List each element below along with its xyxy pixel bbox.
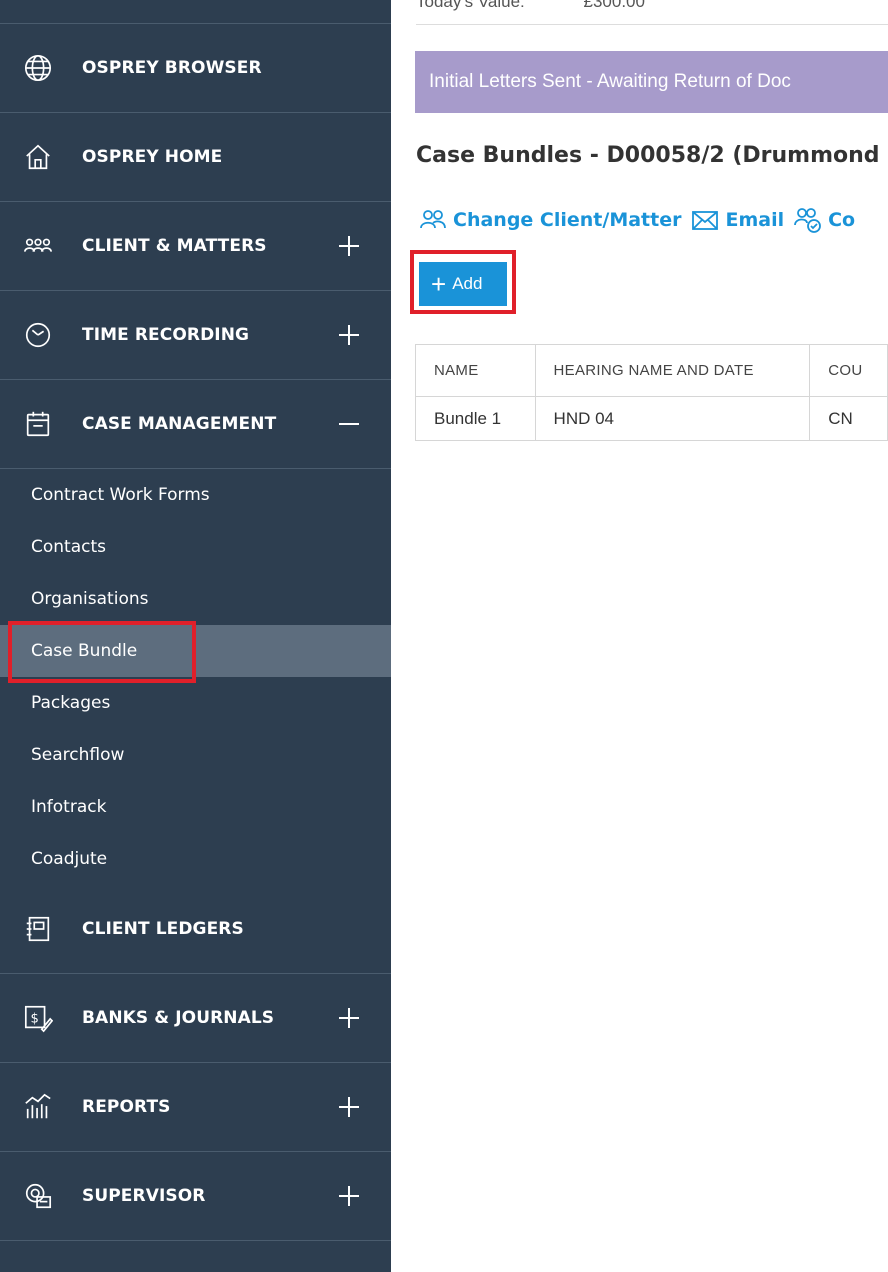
column-header-hearing[interactable]: HEARING NAME AND DATE bbox=[534, 344, 811, 397]
globe-www-icon bbox=[22, 52, 54, 84]
status-banner: Initial Letters Sent - Awaiting Return o… bbox=[415, 51, 888, 113]
column-header-name[interactable]: NAME bbox=[415, 344, 536, 397]
expand-plus-icon[interactable] bbox=[339, 236, 359, 256]
expand-plus-icon[interactable] bbox=[339, 1008, 359, 1028]
change-client-matter-label: Change Client/Matter bbox=[453, 209, 682, 231]
sidebar-item-osprey-browser[interactable]: OSPREY BROWSER bbox=[0, 24, 391, 113]
chart-icon bbox=[22, 1091, 54, 1123]
sidebar-item-label: SUPERVISOR bbox=[82, 1186, 206, 1206]
column-header-court[interactable]: COU bbox=[809, 344, 888, 397]
expand-plus-icon[interactable] bbox=[339, 1097, 359, 1117]
collapse-minus-icon[interactable] bbox=[339, 414, 359, 434]
todays-value: £300.00 bbox=[583, 0, 645, 11]
clock-icon bbox=[22, 319, 54, 351]
sidebar-top-cap bbox=[0, 0, 391, 24]
table-cell: Bundle 1 bbox=[415, 396, 536, 441]
divider bbox=[416, 24, 888, 25]
case-management-submenu: Contract Work Forms Contacts Organisatio… bbox=[0, 469, 391, 885]
ledger-icon bbox=[22, 913, 54, 945]
submenu-item-organisations[interactable]: Organisations bbox=[0, 573, 391, 625]
expand-plus-icon[interactable] bbox=[339, 325, 359, 345]
sidebar: OSPREY BROWSER OSPREY HOME CLIENT & MATT… bbox=[0, 0, 391, 1272]
page-title: Case Bundles - D00058/2 (Drummond bbox=[416, 143, 880, 168]
submenu-item-contract-work-forms[interactable]: Contract Work Forms bbox=[0, 469, 391, 521]
submenu-item-contacts[interactable]: Contacts bbox=[0, 521, 391, 573]
submenu-item-case-bundle[interactable]: Case Bundle bbox=[0, 625, 391, 677]
main-content: Today's Value: £300.00 Initial Letters S… bbox=[391, 0, 888, 1272]
todays-value-label: Today's Value: bbox=[416, 0, 525, 11]
email-label: Email bbox=[725, 209, 785, 231]
sidebar-item-case-management[interactable]: CASE MANAGEMENT bbox=[0, 380, 391, 469]
people-group-icon bbox=[22, 230, 54, 262]
people-check-icon bbox=[794, 208, 822, 233]
sidebar-item-label: BANKS & JOURNALS bbox=[82, 1008, 275, 1028]
change-client-matter-link[interactable]: Change Client/Matter bbox=[419, 206, 681, 234]
email-link[interactable]: Email bbox=[691, 206, 784, 234]
people-icon bbox=[420, 210, 446, 229]
calendar-icon bbox=[22, 408, 54, 440]
contacts-label: Co bbox=[828, 209, 856, 231]
sidebar-item-time-recording[interactable]: TIME RECORDING bbox=[0, 291, 391, 380]
sidebar-item-label: OSPREY BROWSER bbox=[82, 58, 262, 78]
email-icon bbox=[692, 211, 719, 230]
todays-value-row: Today's Value: £300.00 bbox=[416, 0, 645, 16]
sidebar-item-label: CLIENT LEDGERS bbox=[82, 919, 244, 939]
gear-screen-icon bbox=[22, 1180, 54, 1212]
sidebar-item-label: TIME RECORDING bbox=[82, 325, 250, 345]
add-button-label: Add bbox=[452, 274, 483, 293]
case-bundles-table: NAME HEARING NAME AND DATE COU Bundle 1 … bbox=[415, 344, 888, 441]
bank-pen-icon: $ bbox=[22, 1002, 54, 1034]
add-button[interactable]: + Add bbox=[419, 262, 507, 306]
submenu-item-packages[interactable]: Packages bbox=[0, 677, 391, 729]
sidebar-item-label: CASE MANAGEMENT bbox=[82, 414, 277, 434]
sidebar-item-client-ledgers[interactable]: CLIENT LEDGERS bbox=[0, 885, 391, 974]
sidebar-item-label: OSPREY HOME bbox=[82, 147, 223, 167]
table-cell: HND 04 bbox=[534, 396, 811, 441]
table-row[interactable]: Bundle 1 HND 04 CN bbox=[415, 396, 888, 441]
sidebar-item-reports[interactable]: REPORTS bbox=[0, 1063, 391, 1152]
submenu-item-infotrack[interactable]: Infotrack bbox=[0, 781, 391, 833]
expand-plus-icon[interactable] bbox=[339, 1186, 359, 1206]
table-header-row: NAME HEARING NAME AND DATE COU bbox=[415, 344, 888, 397]
action-bar: Change Client/Matter Email Co bbox=[419, 206, 865, 234]
submenu-item-coadjute[interactable]: Coadjute bbox=[0, 833, 391, 885]
svg-text:$: $ bbox=[31, 1012, 39, 1027]
sidebar-item-label: CLIENT & MATTERS bbox=[82, 236, 267, 256]
home-icon bbox=[22, 141, 54, 173]
sidebar-item-supervisor[interactable]: SUPERVISOR bbox=[0, 1152, 391, 1241]
sidebar-item-client-matters[interactable]: CLIENT & MATTERS bbox=[0, 202, 391, 291]
sidebar-item-osprey-home[interactable]: OSPREY HOME bbox=[0, 113, 391, 202]
table-cell: CN bbox=[809, 396, 888, 441]
sidebar-item-label: REPORTS bbox=[82, 1097, 171, 1117]
sidebar-item-banks-journals[interactable]: $ BANKS & JOURNALS bbox=[0, 974, 391, 1063]
plus-icon: + bbox=[431, 269, 447, 299]
submenu-item-searchflow[interactable]: Searchflow bbox=[0, 729, 391, 781]
contacts-link[interactable]: Co bbox=[794, 206, 855, 234]
